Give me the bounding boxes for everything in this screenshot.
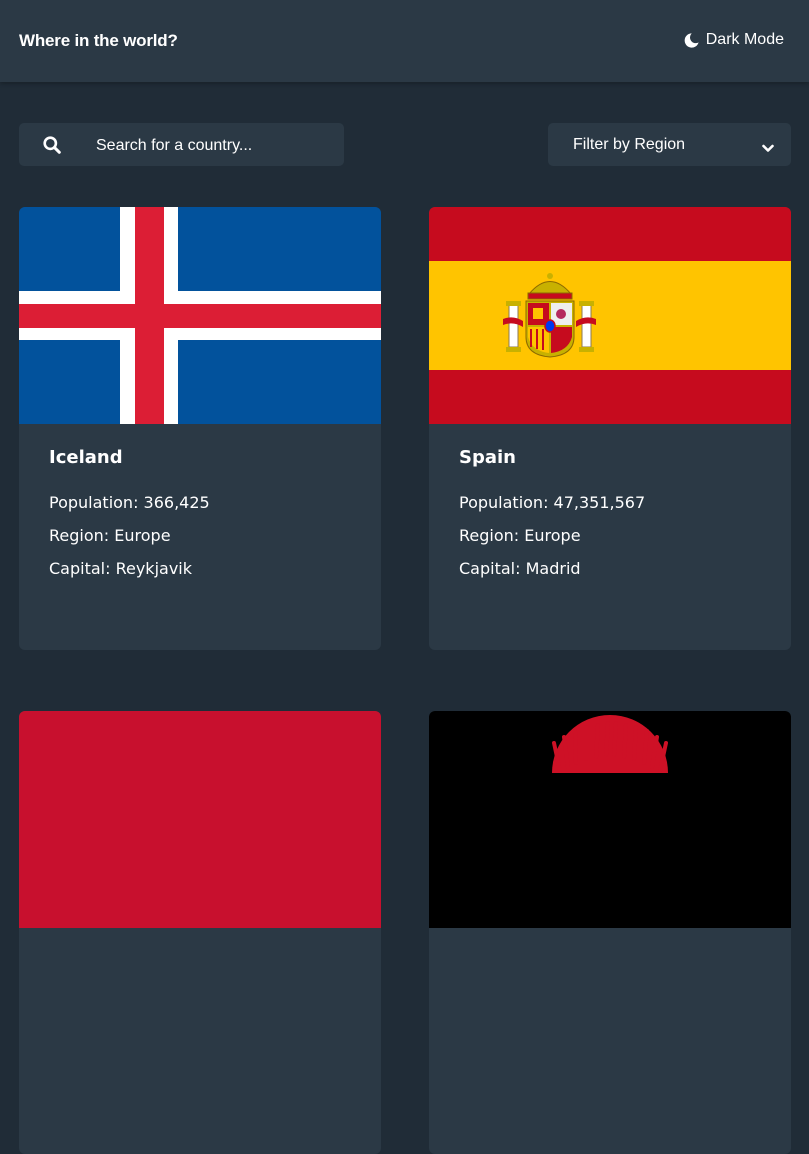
country-name: Spain xyxy=(459,447,516,468)
country-card[interactable]: Iceland Population: 366,425 Region: Euro… xyxy=(19,207,381,650)
region-line: Region: Europe xyxy=(459,527,645,560)
dark-mode-label: Dark Mode xyxy=(705,31,784,48)
dark-mode-toggle[interactable]: Dark Mode xyxy=(683,31,784,49)
top-header: Where in the world? Dark Mode xyxy=(0,0,809,82)
spain-flag xyxy=(429,207,791,424)
capital-line: Capital: Madrid xyxy=(459,560,645,593)
red-flag xyxy=(19,711,381,928)
app-title: Where in the world? xyxy=(19,31,178,50)
population-line: Population: 366,425 xyxy=(49,494,210,527)
moon-icon xyxy=(683,32,700,49)
population-value: 366,425 xyxy=(143,493,210,512)
population-line: Population: 47,351,567 xyxy=(459,494,645,527)
search-box[interactable] xyxy=(19,123,344,168)
capital-value: Reykjavik xyxy=(115,559,192,578)
search-input[interactable] xyxy=(94,123,338,168)
search-icon xyxy=(43,136,61,154)
population-label: Population: xyxy=(459,493,549,512)
population-value: 47,351,567 xyxy=(553,493,646,512)
region-label: Region: xyxy=(459,526,520,545)
country-card[interactable]: Spain Population: 47,351,567 Region: Eur… xyxy=(429,207,791,650)
region-filter-dropdown[interactable]: Filter by Region xyxy=(548,123,791,166)
capital-line: Capital: Reykjavik xyxy=(49,560,210,593)
region-value: Europe xyxy=(114,526,171,545)
capital-label: Capital: xyxy=(49,559,111,578)
region-value: Europe xyxy=(524,526,581,545)
capital-value: Madrid xyxy=(525,559,581,578)
region-filter-label: Filter by Region xyxy=(573,136,686,153)
country-name: Iceland xyxy=(49,447,123,468)
chevron-down-icon xyxy=(762,140,774,152)
card-body: Iceland Population: 366,425 Region: Euro… xyxy=(49,447,210,593)
country-card[interactable] xyxy=(19,711,381,1154)
iceland-flag xyxy=(19,207,381,424)
population-label: Population: xyxy=(49,493,139,512)
capital-label: Capital: xyxy=(459,559,521,578)
country-card[interactable] xyxy=(429,711,791,1154)
malawi-flag xyxy=(429,711,791,928)
card-body: Spain Population: 47,351,567 Region: Eur… xyxy=(459,447,645,593)
region-label: Region: xyxy=(49,526,110,545)
region-line: Region: Europe xyxy=(49,527,210,560)
